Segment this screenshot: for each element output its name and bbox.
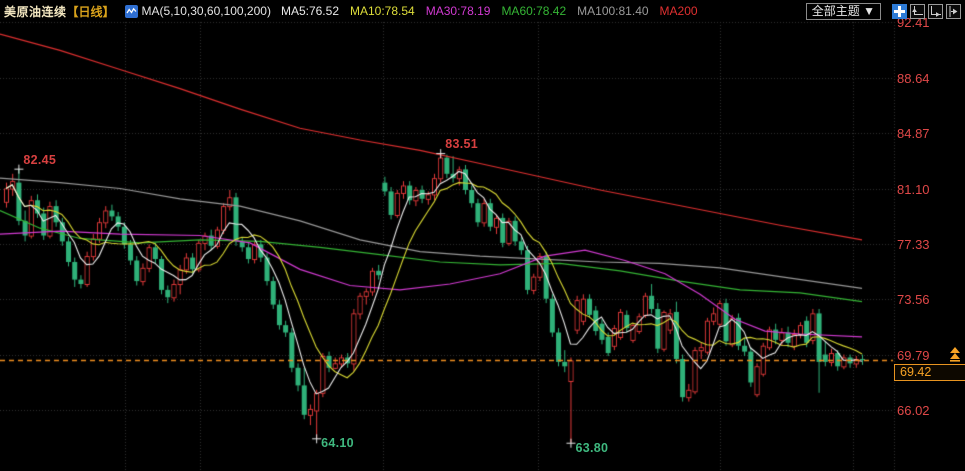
axis-price-label: 77.33 [897, 237, 957, 252]
ma30-value: MA30:78.19 [426, 4, 491, 18]
ma5-value: MA5:76.52 [281, 4, 339, 18]
ma100-value: MA100:81.40 [577, 4, 648, 18]
chart-toolbar [889, 4, 961, 19]
theme-dropdown[interactable]: 全部主题 ▼ [806, 3, 881, 20]
extreme-price-label: 82.45 [23, 153, 56, 167]
ma10-value: MA10:78.54 [350, 4, 415, 18]
extreme-price-label: 64.10 [321, 436, 354, 450]
pan-right-icon[interactable] [946, 4, 961, 19]
price-up-arrow-icon [948, 347, 962, 367]
axis-price-label: 66.02 [897, 403, 957, 418]
current-price-value: 69.42 [900, 365, 931, 379]
axis-price-label: 84.87 [897, 126, 957, 141]
axis-price-label: 81.10 [897, 182, 957, 197]
period-label: 【日线】 [67, 3, 115, 20]
chart-header: 美原油连续 【日线】 MA(5,10,30,60,100,200) MA5:76… [0, 0, 965, 22]
kline-chart-icon [125, 5, 138, 18]
instrument-title: 美原油连续 [4, 3, 67, 20]
ma60-value: MA60:78.42 [501, 4, 566, 18]
kline-chart-canvas[interactable] [0, 0, 965, 471]
axis-scale-left-icon[interactable] [910, 4, 925, 19]
ma200-label: MA200 [660, 4, 698, 18]
chevron-down-icon: ▼ [863, 4, 875, 18]
extreme-price-label: 83.51 [445, 137, 478, 151]
axis-price-label: 73.56 [897, 292, 957, 307]
move-crosshair-icon[interactable] [892, 4, 907, 19]
axis-scale-bottom-icon[interactable] [928, 4, 943, 19]
theme-dropdown-label: 全部主题 [812, 4, 860, 18]
extreme-price-label: 63.80 [575, 441, 608, 455]
trading-terminal: 美原油连续 【日线】 MA(5,10,30,60,100,200) MA5:76… [0, 0, 965, 471]
axis-price-label: 88.64 [897, 71, 957, 86]
ma-group-label: MA(5,10,30,60,100,200) [142, 4, 271, 18]
